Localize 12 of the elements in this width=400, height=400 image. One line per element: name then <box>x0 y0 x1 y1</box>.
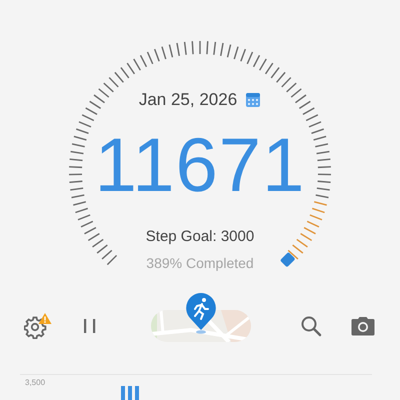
step-count: 11671 <box>94 122 306 210</box>
settings-icon[interactable] <box>24 313 52 339</box>
bar-chart-drawing <box>121 386 141 400</box>
camera-icon[interactable] <box>351 316 375 336</box>
completion-label: 389% Completed <box>146 255 254 271</box>
date-label: Jan 25, 2026 <box>138 90 238 110</box>
axis-label: 3,500 <box>25 378 46 387</box>
step-goal-label: Step Goal: 3000 <box>146 228 254 245</box>
search-icon[interactable] <box>300 315 322 337</box>
calendar-icon[interactable] <box>245 92 262 108</box>
runner-pin-icon[interactable] <box>184 292 216 334</box>
pause-icon[interactable] <box>83 318 98 334</box>
